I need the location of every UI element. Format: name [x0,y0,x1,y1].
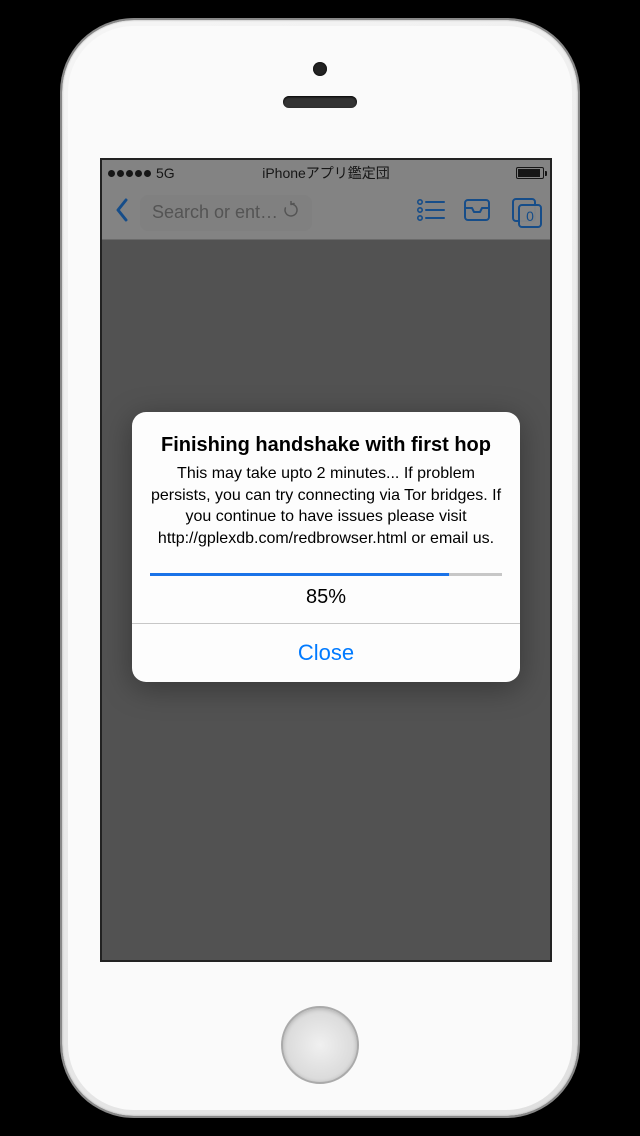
screen: 5G iPhoneアプリ鑑定団 Search or ent… [100,158,552,962]
home-button[interactable] [281,1006,359,1084]
phone-frame: 5G iPhoneアプリ鑑定団 Search or ent… [62,20,578,1116]
front-camera [313,62,327,76]
earpiece-speaker [283,96,357,108]
progress-label: 85% [150,576,502,623]
alert-title: Finishing handshake with first hop [150,434,502,457]
progress-fill [150,573,449,576]
progress-bar [150,573,502,576]
phone-bezel: 5G iPhoneアプリ鑑定団 Search or ent… [68,26,572,1110]
alert-dialog: Finishing handshake with first hop This … [132,412,520,682]
close-button[interactable]: Close [132,624,520,682]
alert-message: This may take upto 2 minutes... If probl… [150,463,502,549]
